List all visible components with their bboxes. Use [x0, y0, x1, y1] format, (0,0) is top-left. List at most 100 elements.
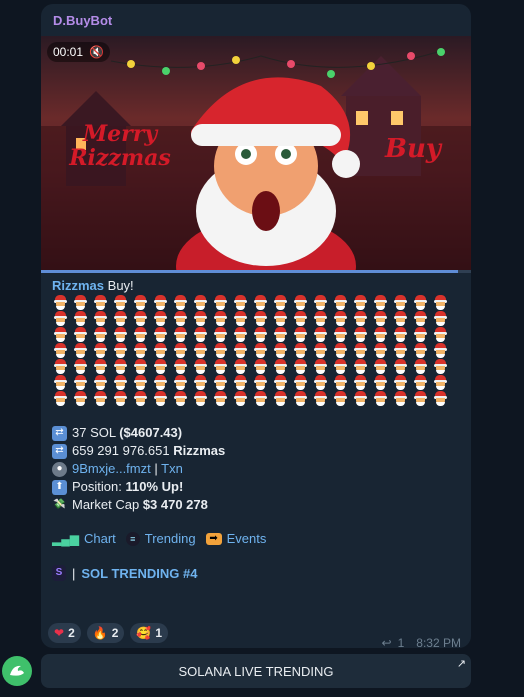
- santa-emoji-icon: [173, 311, 188, 326]
- santa-emoji-icon: [253, 295, 268, 310]
- chart-link[interactable]: ▂▄▆ Chart: [52, 531, 116, 546]
- santa-emoji-icon: [273, 295, 288, 310]
- video-time-pill: 00:01 🔇: [47, 42, 110, 62]
- santa-emoji-icon: [53, 327, 68, 342]
- santa-emoji-icon: [333, 343, 348, 358]
- santa-emoji-icon: [93, 311, 108, 326]
- santa-emoji-icon: [173, 327, 188, 342]
- santa-emoji-icon: [353, 343, 368, 358]
- santa-emoji-icon: [393, 359, 408, 374]
- santa-emoji-icon: [153, 359, 168, 374]
- button-label: SOLANA LIVE TRENDING: [178, 663, 334, 679]
- muted-speaker-icon[interactable]: 🔇: [89, 42, 104, 62]
- reply-icon[interactable]: ↩: [382, 636, 392, 648]
- santa-emoji-icon: [253, 343, 268, 358]
- santa-emoji-icon: [413, 359, 428, 374]
- santa-emoji-icon: [273, 327, 288, 342]
- buy-banner: Buy: [385, 134, 441, 164]
- santa-emoji-icon: [393, 311, 408, 326]
- santa-emoji-icon: [253, 359, 268, 374]
- santa-emoji-icon: [313, 391, 328, 406]
- santa-emoji-icon: [213, 327, 228, 342]
- reactions: ❤ 2 🔥 2 🥰 1: [48, 623, 169, 643]
- santa-emoji-icon: [133, 343, 148, 358]
- santa-emoji-icon: [53, 295, 68, 310]
- santa-emoji-icon: [113, 359, 128, 374]
- santa-emoji-icon: [433, 359, 448, 374]
- santa-emoji-icon: [133, 359, 148, 374]
- video-player[interactable]: 00:01 🔇 Merry Rizzmas Buy: [41, 36, 471, 270]
- trending-link[interactable]: ≡ Trending: [125, 531, 196, 546]
- reply-count: 1: [397, 636, 405, 648]
- santa-emoji-icon: [413, 375, 428, 390]
- santa-emoji-icon: [133, 311, 148, 326]
- santa-emoji-icon: [53, 391, 68, 406]
- message-meta: ↩ 1 8:32 PM: [382, 636, 461, 648]
- token-name: Rizzmas: [173, 443, 226, 458]
- buy-stats: ⇄ 37 SOL ($4607.43) ⇄ 659 291 976.651 Ri…: [52, 424, 462, 514]
- santa-emoji-icon: [313, 311, 328, 326]
- santa-emoji-icon: [213, 375, 228, 390]
- wallet-link[interactable]: 9Bmxje...fmzt: [72, 461, 151, 476]
- message-time: 8:32 PM: [416, 636, 461, 648]
- santa-emoji-icon: [113, 311, 128, 326]
- santa-emoji-icon: [433, 375, 448, 390]
- santa-emoji-icon: [313, 295, 328, 310]
- headline: Rizzmas Buy!: [52, 277, 462, 294]
- txn-link[interactable]: Txn: [161, 461, 183, 476]
- santa-emoji-icon: [313, 375, 328, 390]
- santa-emoji-icon: [393, 327, 408, 342]
- santa-emoji-icon: [213, 343, 228, 358]
- santa-emoji-icon: [233, 343, 248, 358]
- santa-emoji-icon: [193, 295, 208, 310]
- solana-live-trending-button[interactable]: SOLANA LIVE TRENDING ↗: [41, 654, 471, 688]
- reaction-heart-eyes[interactable]: 🥰 1: [130, 623, 169, 643]
- video-time: 00:01: [53, 45, 84, 59]
- wave-icon: [10, 665, 24, 676]
- santa-emoji-icon: [413, 295, 428, 310]
- santa-emoji-icon: [193, 391, 208, 406]
- stat-sol: ⇄ 37 SOL ($4607.43): [52, 424, 462, 442]
- sender-name[interactable]: D.BuyBot: [53, 13, 112, 28]
- santa-emoji-icon: [233, 295, 248, 310]
- events-link[interactable]: ➡ Events: [205, 531, 266, 546]
- solana-s-icon: S: [52, 565, 66, 581]
- token-amount: 659 291 976.651: [72, 443, 174, 458]
- santa-emoji-icon: [333, 327, 348, 342]
- merry-rizzmas-banner: Merry Rizzmas: [69, 121, 171, 171]
- santa-emoji-icon: [233, 391, 248, 406]
- santa-emoji-icon: [73, 375, 88, 390]
- santa-emoji-icon: [413, 391, 428, 406]
- santa-emoji-icon: [93, 391, 108, 406]
- santa-emoji-icon: [293, 375, 308, 390]
- santa-emoji-icon: [133, 295, 148, 310]
- santa-emoji-icon: [353, 327, 368, 342]
- santa-emoji-icon: [113, 375, 128, 390]
- santa-emoji-icon: [173, 359, 188, 374]
- santa-emoji-icon: [353, 375, 368, 390]
- message-content: Rizzmas Buy! ⇄ 37 SOL ($4607.43) ⇄ 659 2…: [52, 277, 462, 581]
- video-progress-bar[interactable]: [41, 270, 471, 273]
- reaction-fire[interactable]: 🔥 2: [86, 623, 125, 643]
- santa-emoji-icon: [273, 343, 288, 358]
- santa-emoji-icon: [173, 295, 188, 310]
- santa-emoji-icon: [53, 359, 68, 374]
- santa-emoji-icon: [93, 375, 108, 390]
- token-link[interactable]: Rizzmas: [52, 278, 104, 293]
- santa-emoji-icon: [433, 295, 448, 310]
- santa-emoji-icon: [293, 295, 308, 310]
- santa-emoji-icon: [333, 311, 348, 326]
- santa-emoji-icon: [133, 327, 148, 342]
- bot-avatar[interactable]: [2, 656, 32, 686]
- santa-emoji-icon: [293, 327, 308, 342]
- santa-emoji-icon: [393, 391, 408, 406]
- santa-emoji-icon: [273, 375, 288, 390]
- santa-emoji-icon: [373, 295, 388, 310]
- stat-mcap: 💸 Market Cap $3 470 278: [52, 496, 462, 514]
- santa-emoji-icon: [413, 327, 428, 342]
- sol-trending-link[interactable]: SOL TRENDING #4: [81, 566, 197, 581]
- santa-emoji-icon: [433, 311, 448, 326]
- santa-emoji-icon: [73, 343, 88, 358]
- santa-emoji-icon: [373, 375, 388, 390]
- reaction-heart[interactable]: ❤ 2: [48, 623, 81, 643]
